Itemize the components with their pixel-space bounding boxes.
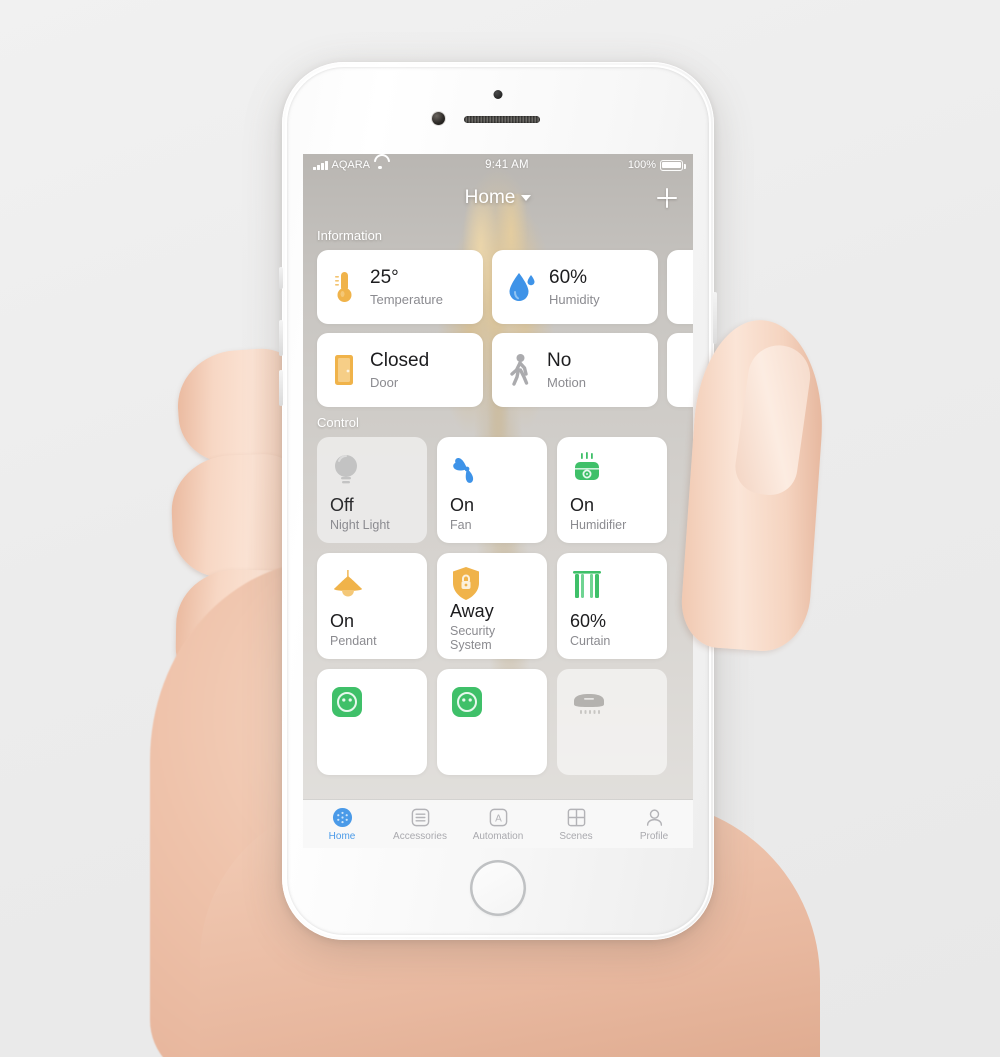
tab-profile[interactable]: Profile — [617, 806, 691, 842]
volume-up-button[interactable] — [279, 320, 283, 356]
water-drop-icon — [506, 270, 536, 304]
proximity-sensor-icon — [493, 90, 503, 99]
information-grid: 25° Temperature 60% Humidity Closed Door… — [303, 250, 693, 407]
tab-scenes[interactable]: Scenes — [539, 806, 613, 842]
info-card-humidity[interactable]: 60% Humidity — [492, 250, 658, 324]
control-label: Curtain — [570, 634, 611, 648]
carrier-label: AQARA — [331, 159, 371, 171]
volume-down-button[interactable] — [279, 370, 283, 406]
grid-four-icon — [565, 806, 587, 828]
power-socket-icon — [330, 682, 415, 722]
info-card-door[interactable]: Closed Door — [317, 333, 483, 407]
information-section-title: Information — [317, 228, 383, 243]
control-card-hub[interactable] — [557, 669, 667, 775]
tab-home[interactable]: Home — [305, 806, 379, 842]
info-value: Closed — [370, 350, 430, 372]
info-card-partial-right-2[interactable] — [667, 333, 693, 407]
pendant-lamp-icon — [330, 566, 415, 606]
list-icon — [409, 806, 431, 828]
mute-switch[interactable] — [279, 267, 283, 289]
info-value: 60% — [549, 267, 588, 289]
tab-label: Scenes — [559, 831, 593, 842]
home-dots-icon — [331, 806, 353, 828]
info-label: Door — [370, 374, 399, 390]
control-card-humidifier[interactable]: On Humidifier — [557, 437, 667, 543]
info-label: Temperature — [370, 291, 443, 307]
fan-icon — [450, 450, 535, 490]
info-value: No — [547, 350, 572, 372]
home-button[interactable] — [470, 860, 526, 916]
info-value: 25° — [370, 267, 399, 289]
humidifier-icon — [570, 450, 655, 490]
control-label: Security System — [450, 623, 496, 652]
battery-full-icon — [660, 159, 686, 171]
tab-automation[interactable]: A Automation — [461, 806, 535, 842]
control-state: 60% — [570, 611, 607, 632]
info-card-partial-right[interactable] — [667, 250, 693, 324]
control-card-curtain[interactable]: 60% Curtain — [557, 553, 667, 659]
tab-label: Home — [328, 831, 356, 842]
wifi-icon — [374, 161, 386, 170]
smartphone-device: AQARA 9:41 AM 100% Home Information 25° … — [279, 62, 717, 940]
control-card-night-light[interactable]: Off Night Light — [317, 437, 427, 543]
bottom-tab-bar: Home Accessories A Automation Scenes Pro… — [303, 799, 693, 848]
battery-percent-label: 100% — [627, 159, 656, 171]
control-section-title: Control — [317, 415, 359, 430]
curtain-icon — [570, 566, 655, 606]
power-socket-icon — [450, 682, 535, 722]
shield-lock-icon — [450, 566, 535, 602]
power-button[interactable] — [713, 292, 717, 344]
control-state: On — [450, 495, 475, 516]
control-card-security-system[interactable]: Away Security System — [437, 553, 547, 659]
hub-gateway-icon — [570, 682, 655, 722]
control-state: On — [570, 495, 595, 516]
plus-icon[interactable] — [655, 186, 679, 210]
control-card-socket-2[interactable] — [437, 669, 547, 775]
tab-label: Automation — [472, 831, 524, 842]
home-selector[interactable]: Home — [465, 187, 532, 209]
person-icon — [643, 806, 665, 828]
page-title: Home — [464, 187, 516, 208]
home-content[interactable]: Information 25° Temperature 60% Humidity… — [303, 220, 693, 799]
app-header: Home — [303, 176, 693, 220]
signal-bars-icon — [313, 160, 328, 170]
chevron-down-icon — [521, 195, 532, 201]
control-card-fan[interactable]: On Fan — [437, 437, 547, 543]
control-state: Off — [330, 495, 354, 516]
motion-sensor-icon — [506, 353, 534, 387]
letter-a-box-icon: A — [487, 806, 509, 828]
control-label: Pendant — [330, 634, 377, 648]
control-grid: Off Night Light On Fan On Humidifier On … — [303, 437, 693, 775]
control-label: Humidifier — [570, 518, 627, 532]
front-camera-icon — [432, 112, 445, 125]
info-label: Motion — [547, 374, 587, 390]
light-bulb-icon — [330, 450, 415, 490]
status-time: 9:41 AM — [485, 159, 529, 171]
info-card-temperature[interactable]: 25° Temperature — [317, 250, 483, 324]
control-card-pendant[interactable]: On Pendant — [317, 553, 427, 659]
phone-screen: AQARA 9:41 AM 100% Home Information 25° … — [303, 154, 693, 848]
control-label: Fan — [450, 518, 472, 532]
control-state: Away — [450, 601, 494, 621]
info-card-motion[interactable]: No Motion — [492, 333, 658, 407]
control-state: On — [330, 611, 355, 632]
earpiece-speaker-icon — [464, 116, 540, 123]
status-bar: AQARA 9:41 AM 100% — [303, 154, 693, 176]
control-label: Night Light — [330, 518, 390, 532]
svg-text:A: A — [495, 813, 502, 824]
tab-accessories[interactable]: Accessories — [383, 806, 457, 842]
door-icon — [331, 353, 357, 387]
photo-scene: AQARA 9:41 AM 100% Home Information 25° … — [0, 0, 1000, 1057]
thermometer-icon — [331, 270, 357, 304]
tab-label: Profile — [639, 831, 669, 842]
control-card-socket-1[interactable] — [317, 669, 427, 775]
tab-label: Accessories — [393, 831, 447, 842]
info-label: Humidity — [549, 291, 600, 307]
